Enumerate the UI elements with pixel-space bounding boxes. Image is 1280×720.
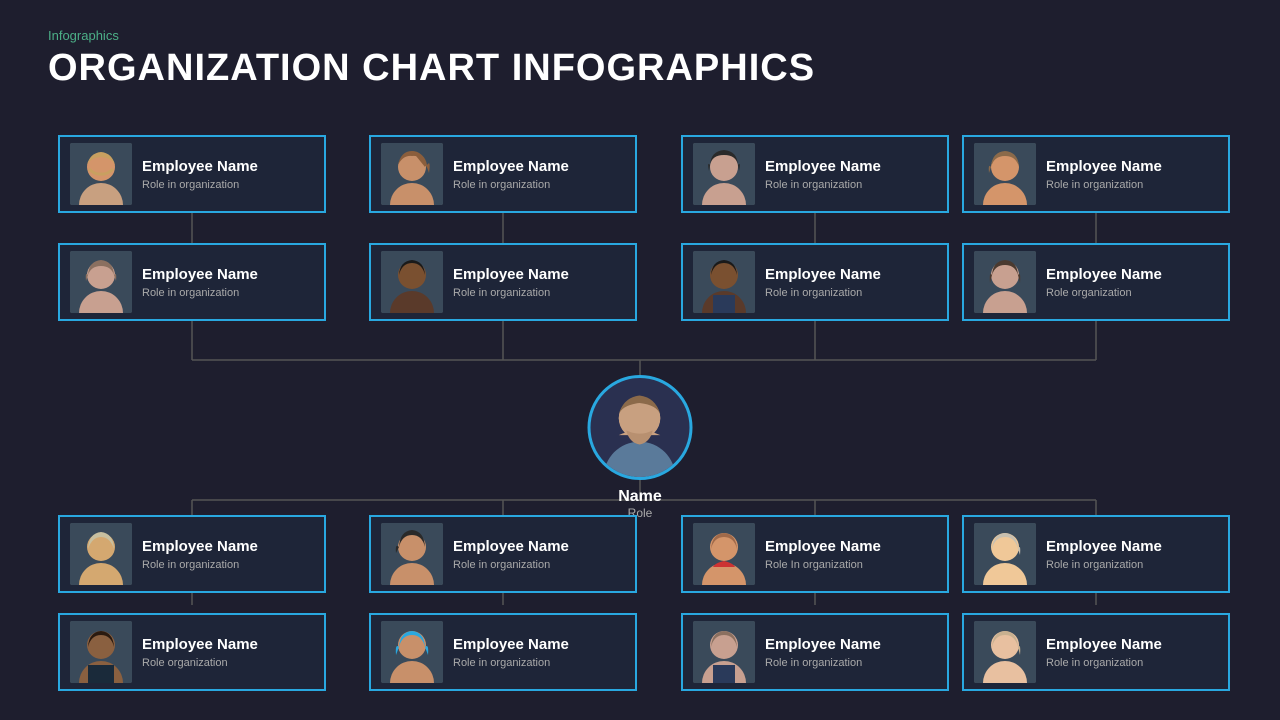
card-info: Employee Name Role in organization (453, 266, 569, 299)
employee-role: Role in organization (453, 179, 569, 191)
avatar (974, 143, 1036, 205)
card-info: Employee Name Role in organization (142, 158, 258, 191)
employee-name: Employee Name (765, 266, 881, 284)
card-info: Employee Name Role in organization (765, 266, 881, 299)
employee-name: Employee Name (142, 538, 258, 556)
avatar (70, 523, 132, 585)
top-card-r0-c0: Employee Name Role in organization (58, 135, 326, 213)
avatar (974, 621, 1036, 683)
card-info: Employee Name Role organization (1046, 266, 1162, 299)
employee-role: Role organization (142, 657, 258, 669)
employee-name: Employee Name (765, 158, 881, 176)
top-card-r1-c3: Employee Name Role organization (962, 243, 1230, 321)
bottom-card-r1-c0: Employee Name Role organization (58, 613, 326, 691)
avatar (693, 523, 755, 585)
employee-role: Role organization (1046, 287, 1162, 299)
center-name: Name (618, 488, 662, 506)
employee-role: Role in organization (142, 287, 258, 299)
card-info: Employee Name Role in organization (142, 266, 258, 299)
avatar (381, 251, 443, 313)
employee-role: Role in organization (765, 287, 881, 299)
center-avatar (588, 375, 693, 480)
employee-role: Role in organization (1046, 559, 1162, 571)
employee-name: Employee Name (1046, 538, 1162, 556)
bottom-card-r0-c0: Employee Name Role in organization (58, 515, 326, 593)
bottom-card-r0-c3: Employee Name Role in organization (962, 515, 1230, 593)
card-info: Employee Name Role in organization (453, 158, 569, 191)
employee-name: Employee Name (1046, 636, 1162, 654)
employee-role: Role in organization (1046, 179, 1162, 191)
avatar (693, 251, 755, 313)
avatar (381, 621, 443, 683)
card-info: Employee Name Role in organization (1046, 158, 1162, 191)
employee-role: Role in organization (453, 287, 569, 299)
employee-name: Employee Name (142, 266, 258, 284)
top-card-r1-c2: Employee Name Role in organization (681, 243, 949, 321)
card-info: Employee Name Role in organization (142, 538, 258, 571)
bottom-card-r1-c3: Employee Name Role in organization (962, 613, 1230, 691)
avatar (381, 523, 443, 585)
employee-name: Employee Name (453, 158, 569, 176)
avatar (381, 143, 443, 205)
employee-name: Employee Name (1046, 158, 1162, 176)
top-card-r0-c2: Employee Name Role in organization (681, 135, 949, 213)
header: Infographics ORGANIZATION CHART INFOGRAP… (0, 0, 1280, 100)
card-info: Employee Name Role in organization (453, 636, 569, 669)
top-card-r0-c3: Employee Name Role in organization (962, 135, 1230, 213)
avatar (70, 251, 132, 313)
avatar (693, 621, 755, 683)
employee-name: Employee Name (1046, 266, 1162, 284)
top-card-r1-c0: Employee Name Role in organization (58, 243, 326, 321)
employee-role: Role in organization (1046, 657, 1162, 669)
top-card-r0-c1: Employee Name Role in organization (369, 135, 637, 213)
bottom-card-r0-c1: Employee Name Role in organization (369, 515, 637, 593)
avatar (974, 251, 1036, 313)
avatar (70, 143, 132, 205)
top-card-r1-c1: Employee Name Role in organization (369, 243, 637, 321)
card-info: Employee Name Role in organization (1046, 636, 1162, 669)
employee-role: Role in organization (453, 657, 569, 669)
page-title: ORGANIZATION CHART INFOGRAPHICS (48, 47, 1232, 90)
bottom-card-r1-c2: Employee Name Role in organization (681, 613, 949, 691)
employee-name: Employee Name (765, 636, 881, 654)
employee-role: Role in organization (765, 657, 881, 669)
employee-name: Employee Name (453, 266, 569, 284)
avatar (70, 621, 132, 683)
card-info: Employee Name Role in organization (765, 158, 881, 191)
card-info: Employee Name Role in organization (453, 538, 569, 571)
employee-role: Role in organization (142, 559, 258, 571)
employee-role: Role in organization (142, 179, 258, 191)
employee-name: Employee Name (142, 158, 258, 176)
bottom-card-r0-c2: Employee Name Role In organization (681, 515, 949, 593)
page: Infographics ORGANIZATION CHART INFOGRAP… (0, 0, 1280, 720)
employee-role: Role In organization (765, 559, 881, 571)
employee-name: Employee Name (453, 538, 569, 556)
avatar (974, 523, 1036, 585)
infographics-label: Infographics (48, 28, 1232, 43)
center-node: Name Role (588, 375, 693, 520)
avatar (693, 143, 755, 205)
employee-name: Employee Name (765, 538, 881, 556)
card-info: Employee Name Role in organization (765, 636, 881, 669)
employee-name: Employee Name (453, 636, 569, 654)
employee-name: Employee Name (142, 636, 258, 654)
card-info: Employee Name Role In organization (765, 538, 881, 571)
card-info: Employee Name Role in organization (1046, 538, 1162, 571)
employee-role: Role in organization (453, 559, 569, 571)
card-info: Employee Name Role organization (142, 636, 258, 669)
bottom-card-r1-c1: Employee Name Role in organization (369, 613, 637, 691)
employee-role: Role in organization (765, 179, 881, 191)
